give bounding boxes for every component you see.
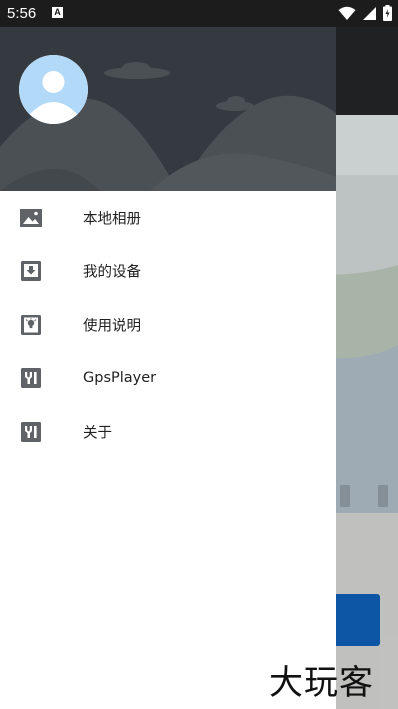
download-box-icon — [21, 261, 41, 282]
drawer-menu: 本地相册 我的设备 使用说明 GpsPlayer 关于 — [0, 191, 336, 459]
drawer-item-my-device[interactable]: 我的设备 — [0, 245, 336, 299]
drawer-item-instructions[interactable]: 使用说明 — [0, 298, 336, 352]
signal-icon — [363, 6, 376, 20]
drawer-item-label: 关于 — [83, 425, 112, 442]
battery-charging-icon — [383, 5, 392, 21]
drawer-item-label: GpsPlayer — [83, 370, 157, 387]
watermark-logo: 大玩客 — [269, 663, 374, 703]
drawer-header — [0, 27, 336, 191]
drawer-item-label: 使用说明 — [83, 318, 141, 335]
yi-logo-icon — [21, 421, 41, 442]
notification-badge-icon: A — [52, 7, 63, 18]
wifi-icon — [338, 6, 356, 20]
drawer-item-about[interactable]: 关于 — [0, 405, 336, 459]
help-book-icon — [21, 314, 41, 335]
status-icons — [338, 5, 392, 21]
status-bar: 5:56 A — [0, 0, 398, 27]
avatar[interactable] — [19, 55, 88, 124]
yi-logo-icon — [21, 368, 41, 389]
image-icon — [20, 208, 42, 227]
navigation-drawer: 本地相册 我的设备 使用说明 GpsPlayer 关于 — [0, 27, 336, 709]
drawer-item-label: 我的设备 — [83, 264, 141, 281]
person-placeholder-icon — [19, 55, 88, 124]
drawer-item-label: 本地相册 — [83, 211, 141, 228]
drawer-item-gpsplayer[interactable]: GpsPlayer — [0, 352, 336, 406]
status-time: 5:56 — [7, 5, 37, 22]
drawer-item-local-album[interactable]: 本地相册 — [0, 191, 336, 245]
